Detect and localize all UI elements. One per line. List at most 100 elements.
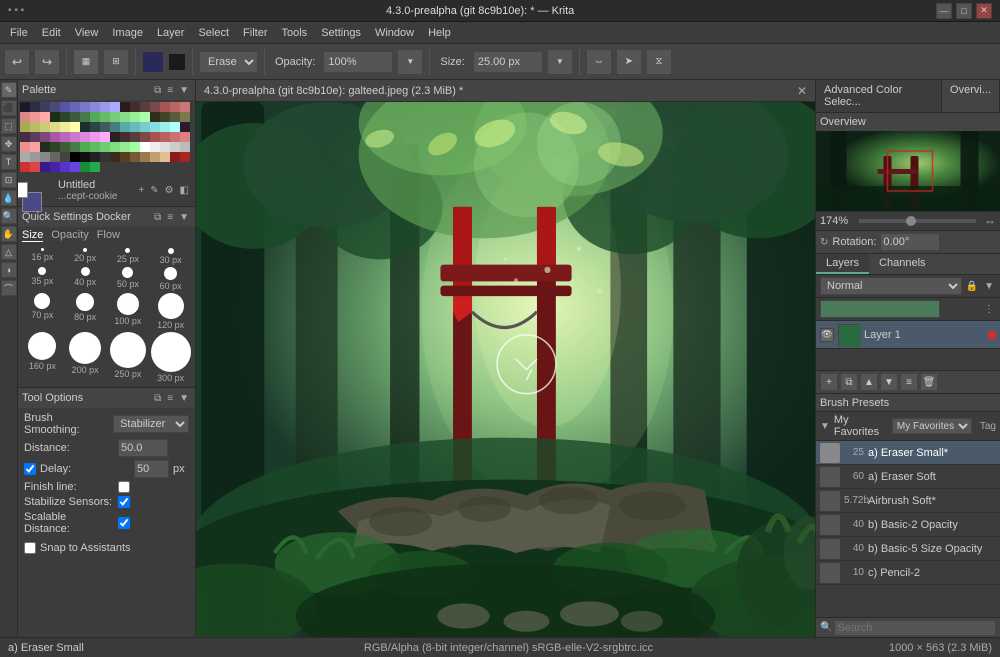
color-swatch-62[interactable] [130,132,140,142]
menu-item-select[interactable]: Select [192,25,235,41]
color-swatch-75[interactable] [90,142,100,152]
tool-select[interactable]: ⬚ [1,118,17,134]
tool-shape[interactable]: △ [1,244,17,260]
to-collapse-button[interactable]: ▼ [177,393,191,404]
undo-button[interactable]: ↩ [4,49,30,75]
brush-size-item-8[interactable]: 70 px [22,293,63,330]
tool-brush[interactable]: ✎ [1,82,17,98]
tab-size[interactable]: Size [22,229,43,242]
palette-settings-button[interactable]: ⚙ [163,185,176,196]
tool-pan[interactable]: ✋ [1,226,17,242]
brush-size-item-14[interactable]: 250 px [108,332,149,383]
color-swatch-67[interactable] [180,132,190,142]
tab-channels[interactable]: Channels [869,254,935,274]
tool-zoom[interactable]: 🔍 [1,208,17,224]
palette-remove-button[interactable]: ✎ [148,185,160,196]
brush-mode-select[interactable]: Erase [199,51,258,73]
bg-color-button[interactable] [168,53,186,71]
color-swatch-4[interactable] [60,102,70,112]
size-arrow-button[interactable]: ▼ [547,49,573,75]
color-swatch-29[interactable] [140,112,150,122]
brush-preset-item-1[interactable]: 60a) Eraser Soft [816,465,1000,489]
menu-item-file[interactable]: File [4,25,34,41]
brush-size-item-11[interactable]: 120 px [150,293,191,330]
layer-opacity-input[interactable]: Opacity: 100% [820,300,940,318]
color-swatch-25[interactable] [100,112,110,122]
tool-text[interactable]: T [1,154,17,170]
tab-flow[interactable]: Flow [97,229,120,242]
color-swatch-12[interactable] [140,102,150,112]
palette-float-button[interactable]: ⧉ [152,85,163,96]
blend-mode-select[interactable]: Normal [820,277,962,295]
blend-more-button[interactable]: ▼ [982,281,996,292]
brush-size-item-5[interactable]: 40 px [65,267,106,291]
color-swatch-26[interactable] [110,112,120,122]
color-swatch-58[interactable] [90,132,100,142]
menu-item-settings[interactable]: Settings [315,25,367,41]
color-swatch-20[interactable] [50,112,60,122]
layer-add-button[interactable]: + [820,373,838,391]
color-swatch-61[interactable] [120,132,130,142]
canvas-viewport[interactable] [196,102,815,637]
blend-lock-button[interactable]: 🔒 [964,281,980,292]
tool-path[interactable]: ⌒ [1,280,17,296]
brush-smoothing-select[interactable]: Stabilizer [113,415,189,433]
color-swatch-59[interactable] [100,132,110,142]
brush-size-item-4[interactable]: 35 px [22,267,63,291]
color-swatch-48[interactable] [160,122,170,132]
layer-more-button[interactable]: ≡ [900,373,918,391]
color-swatch-89[interactable] [60,152,70,162]
menu-item-layer[interactable]: Layer [151,25,191,41]
color-swatch-49[interactable] [170,122,180,132]
finish-line-checkbox[interactable] [118,481,130,493]
color-swatch-101[interactable] [180,152,190,162]
brush-search-input[interactable] [834,620,996,636]
tab-opacity[interactable]: Opacity [51,229,88,242]
color-swatch-54[interactable] [50,132,60,142]
color-swatch-100[interactable] [170,152,180,162]
color-swatch-24[interactable] [90,112,100,122]
color-swatch-73[interactable] [70,142,80,152]
brush-preset-item-0[interactable]: 25a) Eraser Small* [816,441,1000,465]
tool-gradient[interactable]: ◑ [1,262,17,278]
snap-assistants-checkbox[interactable] [24,542,36,554]
color-swatch-87[interactable] [40,152,50,162]
color-swatch-85[interactable] [20,152,30,162]
scalable-distance-checkbox[interactable] [118,517,130,529]
tool-crop[interactable]: ⊡ [1,172,17,188]
color-swatch-108[interactable] [80,162,90,172]
color-swatch-18[interactable] [30,112,40,122]
color-swatch-47[interactable] [150,122,160,132]
color-swatch-0[interactable] [20,102,30,112]
minimize-button[interactable]: — [936,3,952,19]
palette-collapse-button[interactable]: ▼ [177,85,191,96]
color-swatch-53[interactable] [40,132,50,142]
color-swatch-83[interactable] [170,142,180,152]
brush-size-item-9[interactable]: 80 px [65,293,106,330]
to-float-button[interactable]: ⧉ [152,393,163,404]
close-button[interactable]: ✕ [976,3,992,19]
color-swatch-28[interactable] [130,112,140,122]
color-swatch-40[interactable] [80,122,90,132]
color-swatch-93[interactable] [100,152,110,162]
color-swatch-13[interactable] [150,102,160,112]
color-swatch-38[interactable] [60,122,70,132]
color-swatch-46[interactable] [140,122,150,132]
background-color-swatch[interactable] [18,182,28,198]
layer-move-down-button[interactable]: ▼ [880,373,898,391]
color-swatch-39[interactable] [70,122,80,132]
color-swatch-6[interactable] [80,102,90,112]
qs-collapse-button[interactable]: ▼ [177,212,191,223]
color-swatch-66[interactable] [170,132,180,142]
menu-item-help[interactable]: Help [422,25,457,41]
color-swatch-21[interactable] [60,112,70,122]
color-swatch-104[interactable] [40,162,50,172]
delay-input[interactable] [134,460,169,478]
color-swatch-7[interactable] [90,102,100,112]
color-swatch-94[interactable] [110,152,120,162]
color-swatch-86[interactable] [30,152,40,162]
qs-float-button[interactable]: ⧉ [152,212,163,223]
color-swatch-69[interactable] [30,142,40,152]
color-swatch-82[interactable] [160,142,170,152]
color-swatch-30[interactable] [150,112,160,122]
